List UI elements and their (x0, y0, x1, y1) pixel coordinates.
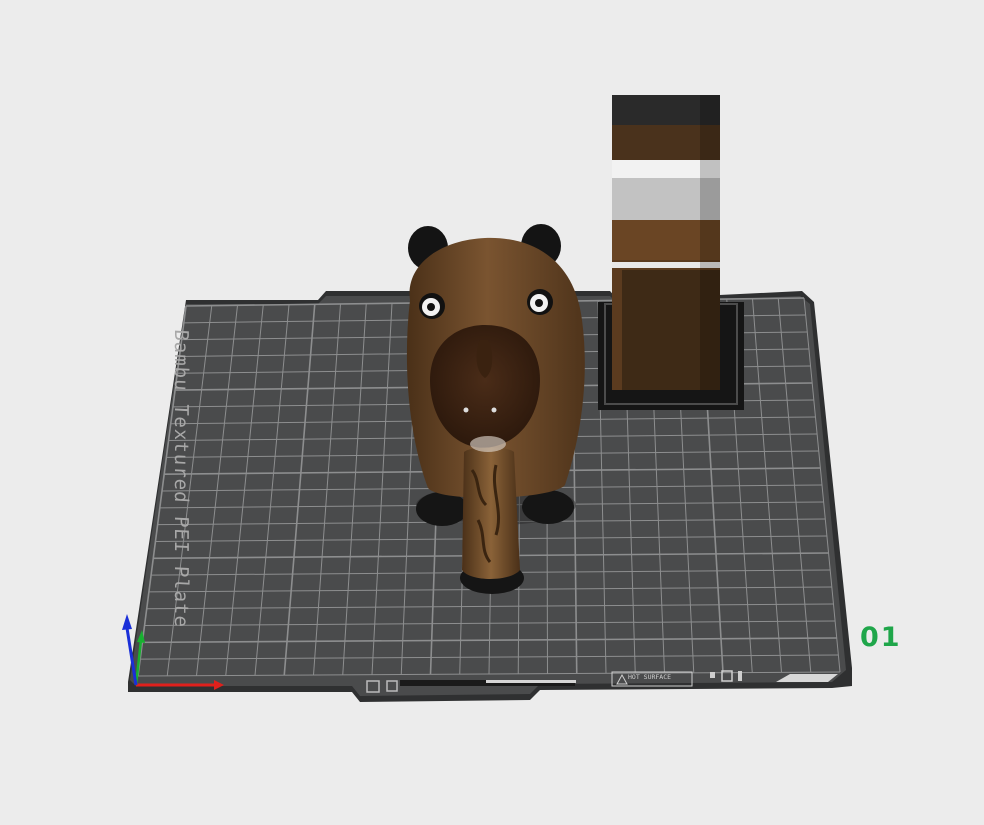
capybara-eye-left-pupil (427, 303, 435, 311)
capybara-nostril-left (463, 407, 469, 413)
scene-canvas[interactable] (0, 0, 984, 825)
plate-icon-c (710, 672, 715, 678)
capybara-chin (470, 436, 506, 452)
wipe-tower[interactable] (598, 95, 744, 410)
plate-label: Bambu Textured PEI Plate (170, 328, 192, 629)
wipe-tower-shadow (700, 95, 720, 390)
z-axis-arrow-head (122, 614, 132, 630)
plate-number[interactable]: 01 (860, 622, 902, 653)
hot-surface-label: HOT SURFACE (628, 673, 672, 681)
capybara-nostril-right (491, 407, 497, 413)
plate-logo-bar-light (486, 680, 576, 683)
capybara-foot-left (416, 492, 468, 526)
capybara-front-leg (462, 447, 520, 579)
3d-viewport[interactable]: Bambu Textured PEI Plate 01 HOT SURFACE (0, 0, 984, 825)
capybara-eye-right-pupil (535, 299, 543, 307)
plate-icon-e (738, 671, 742, 681)
